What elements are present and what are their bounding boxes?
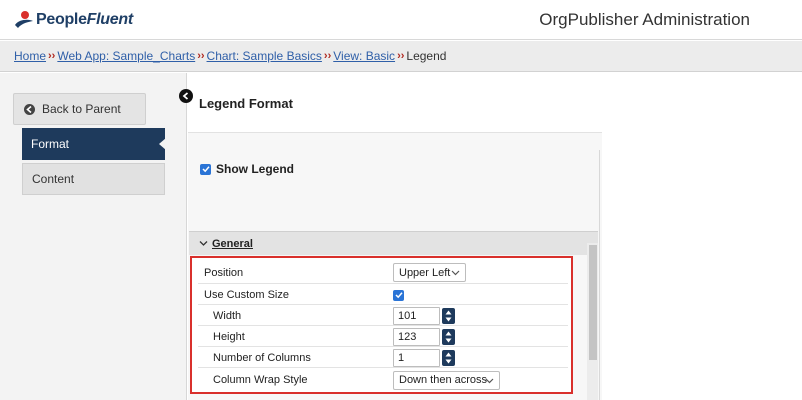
property-row-use-custom-size: Use Custom Size	[198, 286, 568, 305]
general-properties-table: Position Upper Left Use Custom Size Widt…	[190, 256, 573, 394]
arrow-up-icon	[445, 310, 452, 314]
app-header: PeopleFluent OrgPublisher Administration	[0, 0, 802, 40]
sidebar-item-content[interactable]: Content	[22, 163, 165, 195]
logo-text-fluent: Fluent	[86, 11, 134, 28]
sidebar-item-label: Format	[31, 137, 70, 151]
logo-person-icon	[15, 11, 33, 28]
sidebar-item-format[interactable]: Format	[22, 128, 166, 160]
show-legend-toggle[interactable]: Show Legend	[200, 162, 294, 176]
position-select-value: Upper Left	[399, 266, 451, 279]
height-label: Height	[213, 330, 245, 343]
property-row-position: Position Upper Left	[198, 262, 568, 284]
sidebar-item-label: Content	[32, 172, 75, 186]
columns-stepper[interactable]	[442, 349, 455, 366]
columns-input[interactable]: 1	[393, 348, 440, 367]
chevron-down-icon	[199, 241, 208, 246]
back-to-parent-label: Back to Parent	[42, 102, 121, 116]
chevron-down-icon	[451, 270, 460, 276]
breadcrumb-view[interactable]: View: Basic	[333, 49, 395, 63]
property-row-columns: Number of Columns 1	[198, 348, 568, 368]
breadcrumb-home[interactable]: Home	[14, 49, 46, 63]
arrow-up-icon	[445, 331, 452, 335]
back-to-parent-button[interactable]: Back to Parent	[13, 93, 146, 125]
wrap-style-select[interactable]: Down then across	[393, 370, 500, 390]
peoplefluent-logo[interactable]: PeopleFluent	[14, 9, 133, 31]
width-label: Width	[213, 309, 242, 322]
width-stepper[interactable]	[442, 307, 455, 324]
height-input[interactable]: 123	[393, 327, 440, 346]
position-select[interactable]: Upper Left	[393, 263, 466, 282]
collapse-sidebar-icon[interactable]	[179, 89, 193, 103]
breadcrumb-separator: ››	[323, 50, 332, 62]
sidebar: Back to Parent Format Content	[0, 73, 187, 400]
breadcrumb-web-app[interactable]: Web App: Sample_Charts	[57, 49, 195, 63]
arrow-down-icon	[445, 338, 452, 342]
wrap-style-label: Column Wrap Style	[213, 374, 308, 386]
use-custom-size-label: Use Custom Size	[204, 289, 289, 301]
breadcrumb-current: Legend	[406, 49, 447, 63]
property-row-height: Height 123	[198, 327, 568, 347]
use-custom-size-checkbox[interactable]	[393, 289, 404, 301]
show-legend-label: Show Legend	[216, 162, 294, 176]
wrap-style-select-value: Down then across	[399, 374, 488, 386]
breadcrumb-chart[interactable]: Chart: Sample Basics	[207, 49, 322, 63]
panel-divider	[599, 150, 600, 400]
vertical-scrollbar[interactable]	[587, 243, 598, 400]
show-legend-checkbox[interactable]	[200, 163, 211, 175]
arrow-down-icon	[445, 359, 452, 363]
arrow-up-icon	[445, 352, 452, 356]
position-label: Position	[204, 266, 244, 279]
columns-label: Number of Columns	[213, 351, 311, 364]
scrollbar-thumb[interactable]	[589, 245, 597, 360]
breadcrumb-separator: ››	[197, 50, 205, 62]
height-stepper[interactable]	[442, 328, 455, 345]
arrow-down-icon	[445, 317, 452, 321]
breadcrumb: Home ›› Web App: Sample_Charts ›› Chart:…	[0, 41, 802, 72]
app-title: OrgPublisher Administration	[539, 10, 750, 29]
chevron-down-icon	[485, 378, 494, 383]
arrow-left-circle-icon	[24, 103, 35, 115]
property-row-wrap-style: Column Wrap Style Down then across	[198, 369, 568, 391]
general-section-header[interactable]: General	[189, 231, 598, 255]
logo-text-people: People	[36, 11, 87, 28]
general-section-label: General	[212, 237, 253, 250]
page-title: Legend Format	[199, 96, 293, 111]
property-row-width: Width 101	[198, 306, 568, 326]
width-input[interactable]: 101	[393, 306, 440, 325]
breadcrumb-separator: ››	[48, 50, 56, 62]
breadcrumb-separator: ››	[397, 50, 405, 62]
